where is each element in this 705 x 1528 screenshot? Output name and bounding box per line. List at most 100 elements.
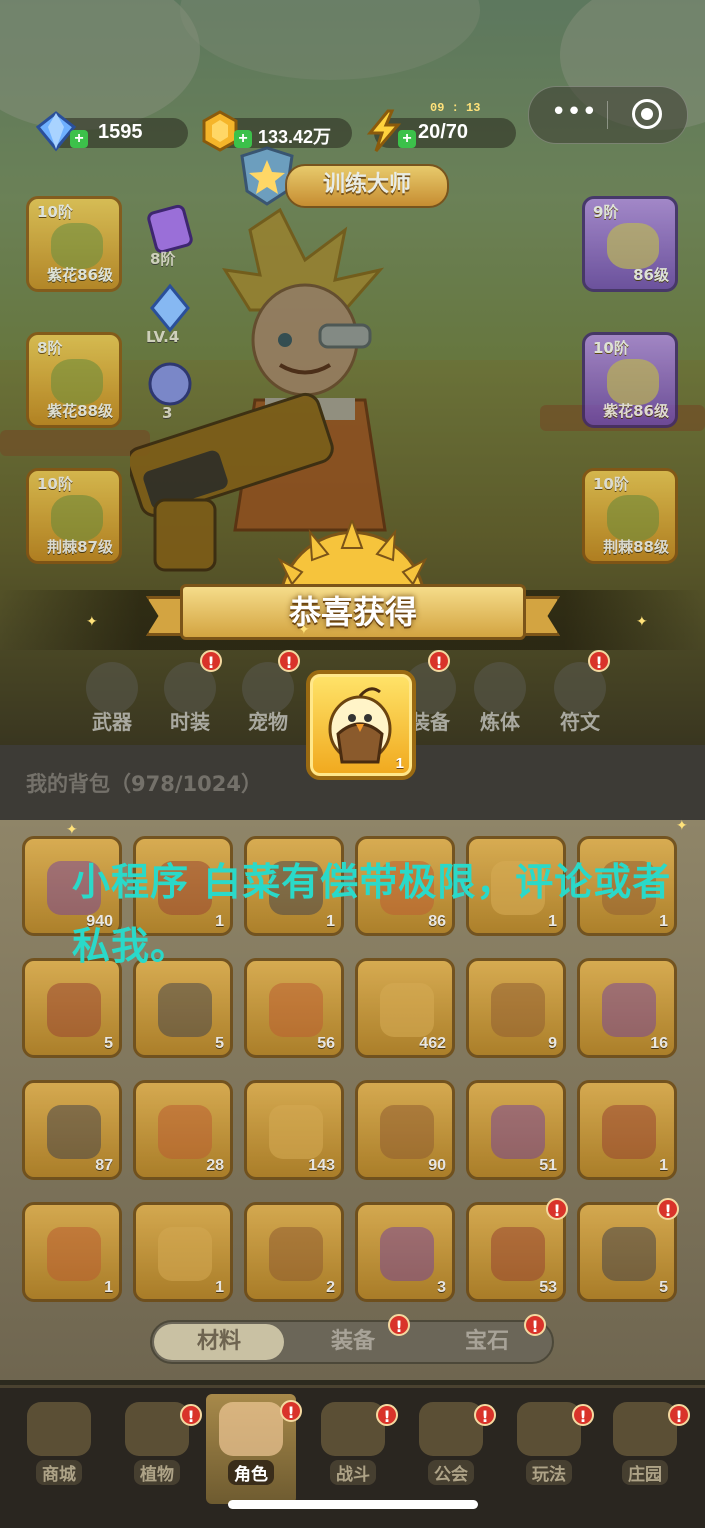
item-icon xyxy=(269,1105,323,1159)
armor-icon xyxy=(607,223,659,269)
item-count: 5 xyxy=(104,1035,113,1052)
target-circle-icon[interactable] xyxy=(632,99,662,129)
bag-slot[interactable]: 3 xyxy=(355,1202,455,1302)
nav-shop[interactable]: 商城 xyxy=(14,1402,104,1498)
item-icon xyxy=(158,1105,212,1159)
bag-slot[interactable]: 90 xyxy=(355,1080,455,1180)
item-icon xyxy=(602,1105,656,1159)
equip-tier: 9阶 xyxy=(593,203,619,221)
item-count: 87 xyxy=(95,1157,113,1174)
miniprogram-capsule: ••• xyxy=(528,86,688,144)
bag-tab-bar: 材料 装备 宝石 xyxy=(150,1320,554,1364)
bag-slot[interactable]: 1 xyxy=(22,1202,122,1302)
bag-slot[interactable]: 1 xyxy=(133,1202,233,1302)
tab-materials[interactable]: 材料 xyxy=(154,1324,284,1360)
equip-slot-hat[interactable]: 10阶 紫花86级 xyxy=(26,196,122,292)
category-label: 符文 xyxy=(560,710,600,734)
item-count: 3 xyxy=(437,1279,446,1296)
bag-slot[interactable]: 1 xyxy=(577,1080,677,1180)
item-count: 5 xyxy=(659,1279,668,1296)
equip-slot-pants[interactable]: 10阶 荆棘87级 xyxy=(26,468,122,564)
category-body-training[interactable]: 炼体 xyxy=(470,662,530,734)
manor-icon xyxy=(613,1402,677,1456)
equip-tier: 10阶 xyxy=(37,203,73,221)
hat-icon xyxy=(51,223,103,269)
category-label: 时装 xyxy=(170,710,210,734)
category-weapon[interactable]: 武器 xyxy=(82,662,142,734)
sparkle-icon: ✦ xyxy=(298,622,310,638)
item-count: 1 xyxy=(104,1279,113,1296)
alert-badge: ! xyxy=(280,1400,302,1422)
alert-badge: ! xyxy=(546,1198,568,1220)
bag-slot[interactable]: 28 xyxy=(133,1080,233,1180)
alert-badge: ! xyxy=(588,650,610,672)
alert-badge: ! xyxy=(200,650,222,672)
nav-label: 公会 xyxy=(428,1460,474,1485)
add-gem-button[interactable]: + xyxy=(70,130,88,148)
category-pet[interactable]: 宠物 ! xyxy=(238,650,300,734)
equip-slot-gloves[interactable]: 8阶 紫花88级 xyxy=(26,332,122,428)
nav-label: 战斗 xyxy=(330,1460,376,1485)
category-rune[interactable]: 符文 ! xyxy=(550,650,610,734)
item-icon xyxy=(47,983,101,1037)
item-icon xyxy=(491,983,545,1037)
item-count: 16 xyxy=(650,1035,668,1052)
item-icon xyxy=(158,1227,212,1281)
popup-title: 恭喜获得 xyxy=(180,584,526,640)
alert-badge: ! xyxy=(668,1404,690,1426)
side-item-label: 8阶 xyxy=(150,250,176,268)
alert-badge: ! xyxy=(572,1404,594,1426)
alert-badge: ! xyxy=(428,650,450,672)
equip-slot-armor[interactable]: 9阶 86级 xyxy=(582,196,678,292)
item-icon xyxy=(602,983,656,1037)
category-costume[interactable]: 时装 ! xyxy=(160,650,222,734)
equip-level: 紫花86级 xyxy=(603,402,669,420)
equip-level: 荆棘87级 xyxy=(47,538,113,556)
equip-tier: 8阶 xyxy=(37,339,63,357)
item-count: 9 xyxy=(548,1035,557,1052)
pants-icon xyxy=(51,495,103,541)
bag-slot[interactable]: 51 xyxy=(466,1080,566,1180)
title-badge[interactable]: 训练大师 xyxy=(285,164,449,208)
bag-slot[interactable]: 87 xyxy=(22,1080,122,1180)
item-count: 2 xyxy=(326,1279,335,1296)
belt-icon xyxy=(607,359,659,405)
equip-tier: 10阶 xyxy=(593,339,629,357)
bag-title: 我的背包（978/1024） xyxy=(26,772,262,796)
nav-label: 庄园 xyxy=(622,1460,668,1485)
item-count: 90 xyxy=(428,1157,446,1174)
equip-level: 紫花88级 xyxy=(47,402,113,420)
category-label: 宠物 xyxy=(248,710,288,734)
alert-badge: ! xyxy=(657,1198,679,1220)
item-count: 53 xyxy=(539,1279,557,1296)
shop-icon xyxy=(27,1402,91,1456)
item-icon xyxy=(269,983,323,1037)
reward-item[interactable]: 1 xyxy=(306,670,416,780)
equip-slot-boots[interactable]: 10阶 荆棘88级 xyxy=(582,468,678,564)
item-icon xyxy=(158,983,212,1037)
sparkle-icon: ✦ xyxy=(86,614,98,630)
add-energy-button[interactable]: + xyxy=(398,130,416,148)
more-dots-icon[interactable]: ••• xyxy=(549,99,599,127)
equip-slot-belt[interactable]: 10阶 紫花86级 xyxy=(582,332,678,428)
energy-value: 20/70 xyxy=(418,121,469,143)
item-icon xyxy=(491,1105,545,1159)
crystal-icon[interactable] xyxy=(144,282,196,334)
gem-counter[interactable]: + 1595 xyxy=(35,111,188,152)
reward-count: 1 xyxy=(395,755,404,772)
nav-label: 玩法 xyxy=(526,1460,572,1485)
bag-slot[interactable]: 2 xyxy=(244,1202,344,1302)
gold-counter[interactable]: + 133.42万 xyxy=(202,110,352,152)
energy-timer: 09 : 13 xyxy=(430,101,481,115)
bag-slot[interactable]: 143 xyxy=(244,1080,344,1180)
gem-value: 1595 xyxy=(98,121,143,143)
plant-icon xyxy=(125,1402,189,1456)
alert-badge: ! xyxy=(376,1404,398,1426)
equip-tier: 10阶 xyxy=(37,475,73,493)
home-indicator[interactable] xyxy=(228,1500,478,1509)
alert-badge: ! xyxy=(524,1314,546,1336)
item-count: 143 xyxy=(308,1157,335,1174)
item-count: 5 xyxy=(215,1035,224,1052)
orb-icon[interactable] xyxy=(144,358,196,410)
energy-counter[interactable]: + 20/70 xyxy=(366,109,516,152)
